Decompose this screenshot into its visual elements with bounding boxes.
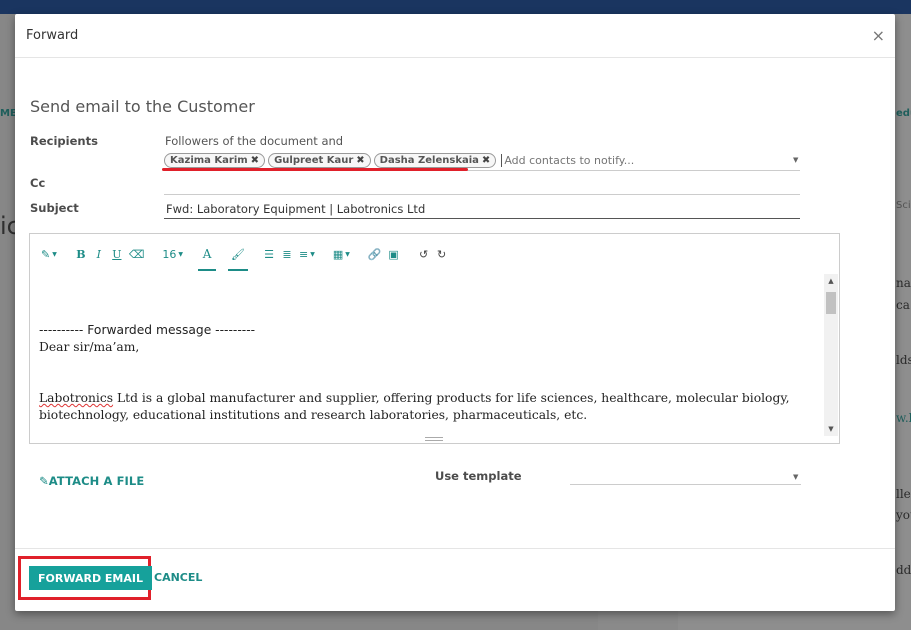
ordered-list-icon[interactable]: ≣: [278, 243, 296, 265]
dialog-heading: Send email to the Customer: [30, 97, 255, 116]
recipient-tag-label: Dasha Zelenskaia: [379, 155, 479, 166]
bold-button[interactable]: B: [72, 243, 90, 265]
paperclip-icon: ✎: [39, 474, 49, 488]
scroll-down-icon[interactable]: ▼: [824, 422, 838, 436]
link-icon[interactable]: 🔗: [365, 243, 385, 265]
italic-button[interactable]: I: [90, 243, 108, 265]
attach-file-label: ATTACH A FILE: [48, 474, 145, 488]
cancel-button[interactable]: CANCEL: [154, 571, 202, 584]
bg-fragment: edul: [896, 108, 911, 119]
editor-toolbar: ✎ ▼ B I U ⌫ 16 ▼ A 🖌 ☰ ≣ ≡ ▼ ▦ ▼ 🔗 ▣ ↺ ↻: [30, 234, 839, 274]
recipient-tag[interactable]: Gulpreet Kaur ✖: [268, 153, 371, 168]
forward-dialog: Forward × Send email to the Customer Rec…: [15, 14, 895, 611]
forward-header-line: ---------- Forwarded message ---------: [39, 323, 256, 337]
template-label: Use template: [435, 469, 522, 483]
remove-tag-icon[interactable]: ✖: [251, 155, 259, 166]
recipient-tag-label: Gulpreet Kaur: [274, 155, 354, 166]
scroll-up-icon[interactable]: ▲: [824, 274, 838, 288]
undo-icon[interactable]: ↺: [415, 243, 433, 265]
dialog-title: Forward: [26, 28, 79, 43]
template-select[interactable]: [570, 467, 801, 485]
align-icon[interactable]: ≡ ▼: [296, 243, 318, 265]
attach-file-button[interactable]: ✎ATTACH A FILE: [39, 474, 144, 488]
body-paragraph: Labotronics Ltd is a global manufacturer…: [39, 390, 814, 424]
font-size-dropdown[interactable]: 16 ▼: [159, 243, 186, 265]
bg-fragment: na: [896, 276, 911, 290]
magic-wand-icon[interactable]: ✎ ▼: [38, 243, 60, 265]
scroll-thumb[interactable]: [826, 292, 836, 314]
bg-fragment: lds: [896, 353, 911, 367]
chevron-down-icon[interactable]: ▼: [793, 473, 798, 481]
remove-tag-icon[interactable]: ✖: [356, 155, 364, 166]
bg-fragment: w.l: [896, 411, 911, 425]
recipients-input[interactable]: [501, 154, 800, 167]
bg-fragment: you: [896, 508, 911, 522]
subject-input[interactable]: [166, 201, 800, 216]
email-body-editor[interactable]: ✎▼ B I U ⌫ 16▼ A 🖌 ☰ ≣ ≡▼ ▦▼ 🔗 ▣ ↺ ↻: [29, 233, 840, 444]
bg-fragment: Scie: [896, 200, 911, 211]
close-icon[interactable]: ×: [872, 26, 885, 45]
underline-button[interactable]: U: [108, 243, 126, 265]
forward-email-button[interactable]: FORWARD EMAIL: [29, 566, 152, 590]
email-body-content[interactable]: ---------- Forwarded message --------- D…: [30, 274, 824, 436]
recipients-label: Recipients: [30, 134, 98, 148]
bg-fragment: ller: [896, 487, 911, 501]
body-paragraph-text: Ltd is a global manufacturer and supplie…: [39, 391, 790, 422]
remove-tag-icon[interactable]: ✖: [482, 155, 490, 166]
company-name-word: Labotronics: [39, 391, 114, 405]
font-color-button[interactable]: A: [198, 243, 217, 271]
subject-label: Subject: [30, 201, 79, 215]
annotation-underline: [162, 168, 468, 171]
app-topbar: [0, 0, 911, 14]
eraser-icon[interactable]: ⌫: [126, 243, 148, 265]
dialog-header: Forward ×: [15, 14, 895, 58]
redo-icon[interactable]: ↻: [433, 243, 451, 265]
recipient-tag-label: Kazima Karim: [170, 155, 248, 166]
image-icon[interactable]: ▣: [385, 243, 403, 265]
cc-field[interactable]: [164, 178, 800, 195]
editor-scrollbar[interactable]: ▲ ▼: [824, 274, 838, 436]
table-icon[interactable]: ▦ ▼: [330, 243, 353, 265]
recipient-tag[interactable]: Kazima Karim ✖: [164, 153, 266, 168]
resize-handle[interactable]: [425, 437, 443, 441]
dialog-footer: FORWARD EMAIL CANCEL: [15, 548, 895, 611]
subject-field[interactable]: [164, 199, 800, 219]
bg-fragment: ca: [896, 298, 910, 312]
followers-note: Followers of the document and: [165, 134, 344, 148]
recipient-tag[interactable]: Dasha Zelenskaia ✖: [373, 153, 497, 168]
font-size-value: 16: [162, 247, 177, 261]
greeting-line: Dear sir/ma’am,: [39, 340, 140, 354]
bg-fragment: ddit: [896, 563, 911, 577]
cc-label: Cc: [30, 176, 46, 190]
chevron-down-icon[interactable]: ▼: [793, 156, 798, 164]
unordered-list-icon[interactable]: ☰: [260, 243, 278, 265]
paint-brush-icon[interactable]: 🖌: [228, 243, 248, 271]
